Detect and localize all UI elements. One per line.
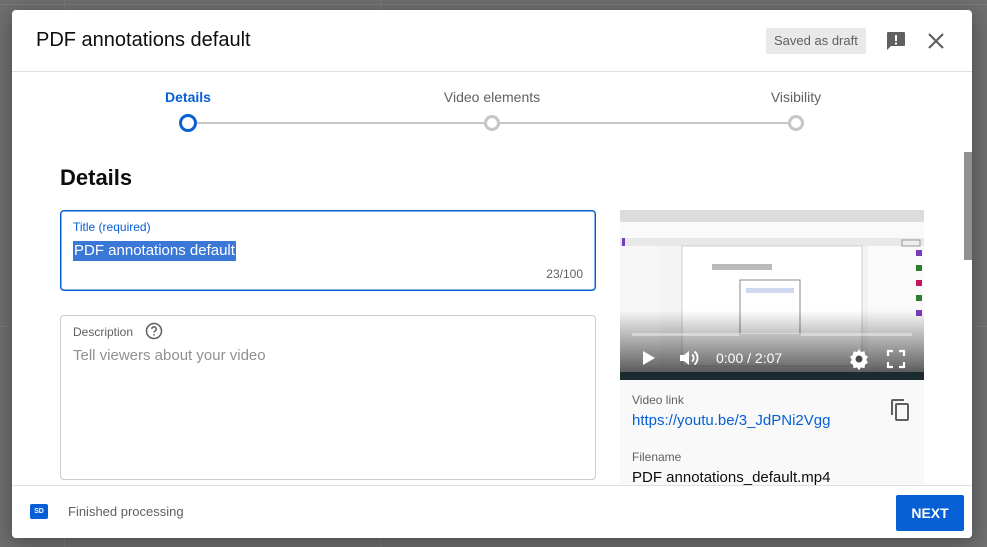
settings-icon[interactable] [848, 348, 870, 371]
title-field[interactable]: Title (required) PDF annotations default… [60, 210, 596, 291]
close-icon[interactable] [924, 29, 948, 53]
volume-icon[interactable] [678, 348, 700, 368]
video-taskbar-strip [620, 372, 924, 380]
section-heading: Details [60, 165, 133, 190]
video-player[interactable]: 0:00 / 2:07 [620, 210, 924, 380]
upload-stepper: Details Video elements Visibility [12, 72, 972, 152]
dialog-header: PDF annotations default Saved as draft [12, 10, 972, 72]
title-input-value[interactable]: PDF annotations default [73, 241, 236, 261]
help-icon[interactable] [145, 322, 163, 340]
dialog-title: PDF annotations default [36, 29, 251, 51]
step-visibility-label[interactable]: Visibility [771, 89, 821, 105]
sd-quality-badge: SD [30, 504, 48, 519]
upload-dialog: PDF annotations default Saved as draft D… [12, 10, 972, 538]
step-video-elements-label[interactable]: Video elements [444, 89, 540, 105]
background-divider [0, 4, 987, 5]
filename-label: Filename [632, 450, 682, 464]
play-icon[interactable] [638, 348, 658, 368]
title-field-label: Title (required) [73, 220, 151, 234]
processing-status: Finished processing [68, 504, 184, 519]
step-visibility-dot[interactable] [788, 115, 804, 131]
video-progress-bar[interactable] [632, 333, 912, 336]
feedback-icon[interactable] [884, 29, 908, 53]
video-controls-gradient [620, 310, 924, 380]
description-field-label: Description [73, 325, 134, 339]
video-link-label: Video link [632, 393, 684, 407]
next-button[interactable]: NEXT [896, 495, 964, 531]
video-time-readout: 0:00 / 2:07 [716, 350, 783, 366]
video-link[interactable]: https://youtu.be/3_JdPNi2Vgg [632, 412, 830, 429]
step-video-elements-dot[interactable] [484, 115, 500, 131]
saved-status-chip: Saved as draft [766, 28, 866, 54]
title-char-counter: 23/100 [546, 267, 583, 281]
video-preview-card: 0:00 / 2:07 Video link https://youtu.be/… [620, 210, 924, 500]
description-placeholder: Tell viewers about your video [73, 347, 266, 364]
filename-value: PDF annotations_default.mp4 [632, 469, 831, 486]
dialog-scrollbar[interactable] [964, 152, 972, 260]
step-details-dot[interactable] [179, 114, 197, 132]
step-details-label[interactable]: Details [165, 89, 211, 105]
dialog-footer: SD Finished processing NEXT [12, 485, 972, 538]
fullscreen-icon[interactable] [886, 349, 906, 369]
copy-icon[interactable] [888, 398, 912, 422]
description-field[interactable]: Description Tell viewers about your vide… [60, 315, 596, 480]
